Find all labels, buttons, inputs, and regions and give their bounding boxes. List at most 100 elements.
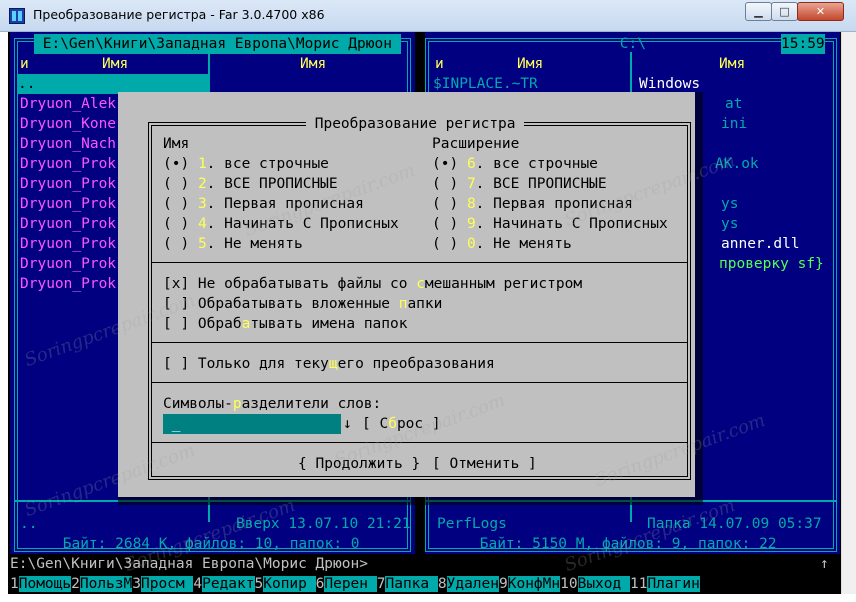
fkey-3-button[interactable]: Просм	[140, 576, 194, 592]
checkbox-folder-names-post: тывать имена папок	[250, 316, 408, 332]
right-footer-name: PerfLogs	[437, 516, 507, 532]
name-case-option-5[interactable]: ( ) 5. Не менять	[163, 234, 303, 254]
dialog-separator-2	[152, 342, 687, 343]
checkbox-mixed-case-mark[interactable]: [x]	[163, 276, 189, 292]
ext-case-hotkey: 6	[466, 156, 476, 172]
ext-case-hotkey: 0	[466, 236, 476, 252]
checkbox-mixed-case-post: мешанным регистром	[424, 276, 583, 292]
fkey-11-button[interactable]: Плагин	[647, 576, 700, 592]
fkey-number: 4	[193, 576, 203, 592]
fkey-number: 5	[254, 576, 264, 592]
ext-case-hotkey: 7	[466, 176, 476, 192]
ext-case-option-2[interactable]: ( ) 7. ВСЕ ПРОПИСНЫЕ	[432, 174, 607, 194]
fkey-9-button[interactable]: КонфМн	[507, 576, 561, 592]
ext-case-hotkey: 8	[466, 196, 476, 212]
name-case-radio-mark[interactable]: ( )	[163, 196, 189, 212]
command-line[interactable]: E:\Gen\Книги\Западная Европа\Морис Дрюон…	[10, 554, 368, 574]
left-updir-row[interactable]: ..	[18, 74, 208, 94]
ext-case-option-5[interactable]: ( ) 0. Не менять	[432, 234, 572, 254]
right-row1-col1[interactable]: $INPLACE.~TR	[433, 74, 538, 94]
ext-case-radio-mark[interactable]: ( )	[432, 236, 458, 252]
right-file-row-partial[interactable]: anner.dll	[721, 234, 800, 254]
fkey-1-button[interactable]: Помощь	[18, 576, 72, 592]
name-case-hotkey: 5	[197, 236, 207, 252]
close-button[interactable]: ✕	[797, 2, 844, 21]
name-case-radio-mark[interactable]: ( )	[163, 216, 189, 232]
left-col-n-header: и	[20, 56, 29, 72]
right-row1-col2[interactable]: Windows	[637, 74, 833, 94]
file-row[interactable]: Dryuon_Prok	[20, 234, 116, 254]
file-row[interactable]: Dryuon_Prok	[20, 194, 116, 214]
name-case-radio-mark[interactable]: ( )	[163, 236, 189, 252]
file-row[interactable]: Dryuon_Kone	[20, 114, 116, 134]
checkbox-current-only-post: его преобразования	[337, 356, 495, 372]
right-col-n-header: и	[435, 56, 444, 72]
fkey-5-button[interactable]: Копир	[263, 576, 316, 592]
name-case-radio-mark[interactable]: ( )	[163, 176, 189, 192]
right-col2-header: Имя	[719, 56, 746, 72]
file-row[interactable]: Dryuon_Nach	[20, 134, 116, 154]
fkey-7-button[interactable]: Папка	[385, 576, 438, 592]
checkbox-subfolders[interactable]: [ ] Обрабатывать вложенные папки	[163, 294, 442, 314]
left-col1-header: Имя	[102, 56, 129, 72]
dialog-separator-3	[152, 382, 687, 383]
ext-case-option-4[interactable]: ( ) 9. Начинать С Прописных	[432, 214, 668, 234]
ext-case-label: Не менять	[493, 236, 572, 252]
maximize-button[interactable]: □	[771, 2, 798, 21]
name-case-hotkey: 1	[197, 156, 207, 172]
far-app-icon[interactable]	[9, 8, 25, 24]
checkbox-mixed-case-pre: Не обрабатывать файлы со	[189, 276, 417, 292]
file-row[interactable]: Dryuon_Prok	[20, 174, 116, 194]
ext-case-label: ВСЕ ПРОПИСНЫЕ	[493, 176, 607, 192]
file-row[interactable]: Dryuon_Prok	[20, 254, 116, 274]
fkey-number: 1	[10, 576, 19, 592]
ext-case-radio-mark[interactable]: (•)	[432, 156, 458, 172]
left-panel-path[interactable]: E:\Gen\Книги\Западная Европа\Морис Дрюон	[34, 34, 401, 54]
ext-case-radio-mark[interactable]: ( )	[432, 196, 458, 212]
name-case-hotkey: 3	[197, 196, 207, 212]
file-row[interactable]: Dryuon_Prok	[20, 154, 116, 174]
ext-case-radio-mark[interactable]: ( )	[432, 176, 458, 192]
reset-button-pre: [ С	[362, 416, 389, 432]
checkbox-subfolders-pre: Обрабатывать вложенные	[189, 296, 399, 312]
name-case-option-2[interactable]: ( ) 2. ВСЕ ПРОПИСНЫЕ	[163, 174, 338, 194]
console-scrollbar[interactable]	[841, 32, 856, 594]
dialog-title: Преобразование регистра	[306, 114, 525, 134]
name-case-hotkey: 4	[197, 216, 207, 232]
file-row[interactable]: Dryuon_Prok	[20, 274, 116, 294]
minimize-button[interactable]: ▁	[745, 2, 772, 21]
fkey-2-button[interactable]: ПользМ	[79, 576, 133, 592]
right-file-row-partial[interactable]: ys	[721, 214, 738, 234]
separators-input[interactable]: _	[163, 414, 341, 434]
checkbox-mixed-case[interactable]: [x] Не обрабатывать файлы со смешанным р…	[163, 274, 582, 294]
checkbox-current-only[interactable]: [ ] Только для текущего преобразования	[163, 354, 495, 374]
name-group-label: Имя	[163, 136, 190, 152]
name-case-label: все строчные	[224, 156, 329, 172]
checkbox-current-only-mark[interactable]: [ ]	[163, 356, 189, 372]
fkey-4-button[interactable]: Редакт	[202, 576, 255, 592]
history-dropdown-icon[interactable]: ↓	[343, 414, 352, 434]
file-row[interactable]: Dryuon_Alek	[20, 94, 116, 114]
ext-group-label: Расширение	[432, 136, 520, 152]
ext-case-option-1[interactable]: (•) 6. все строчные	[432, 154, 598, 174]
fkey-number: 11	[629, 576, 648, 592]
cancel-button[interactable]: [ Отменить ]	[432, 454, 537, 474]
checkbox-folder-names[interactable]: [ ] Обрабатывать имена папок	[163, 314, 407, 334]
right-col1-header: Имя	[517, 56, 544, 72]
ext-case-radio-mark[interactable]: ( )	[432, 216, 458, 232]
name-case-option-1[interactable]: (•) 1. все строчные	[163, 154, 329, 174]
dialog-separator-1	[152, 262, 687, 263]
name-case-radio-mark[interactable]: (•)	[163, 156, 189, 172]
right-panel-path[interactable]: C:\	[611, 34, 655, 54]
fkey-number: 3	[132, 576, 141, 592]
fkey-8-button[interactable]: Удален	[446, 576, 499, 592]
right-file-row-partial[interactable]: at	[725, 94, 742, 114]
right-file-row-partial[interactable]: проверку sf}	[719, 254, 824, 274]
right-file-row-partial[interactable]: ys	[721, 194, 738, 214]
right-file-row-partial[interactable]: ini	[721, 114, 747, 134]
scroll-up-indicator: ↑	[820, 556, 829, 572]
fkey-6-button[interactable]: Перен	[324, 576, 377, 592]
file-row[interactable]: Dryuon_Prok	[20, 214, 116, 234]
fkey-10-button[interactable]: Выход	[577, 576, 630, 592]
separators-label-hotkey: р	[232, 396, 242, 412]
